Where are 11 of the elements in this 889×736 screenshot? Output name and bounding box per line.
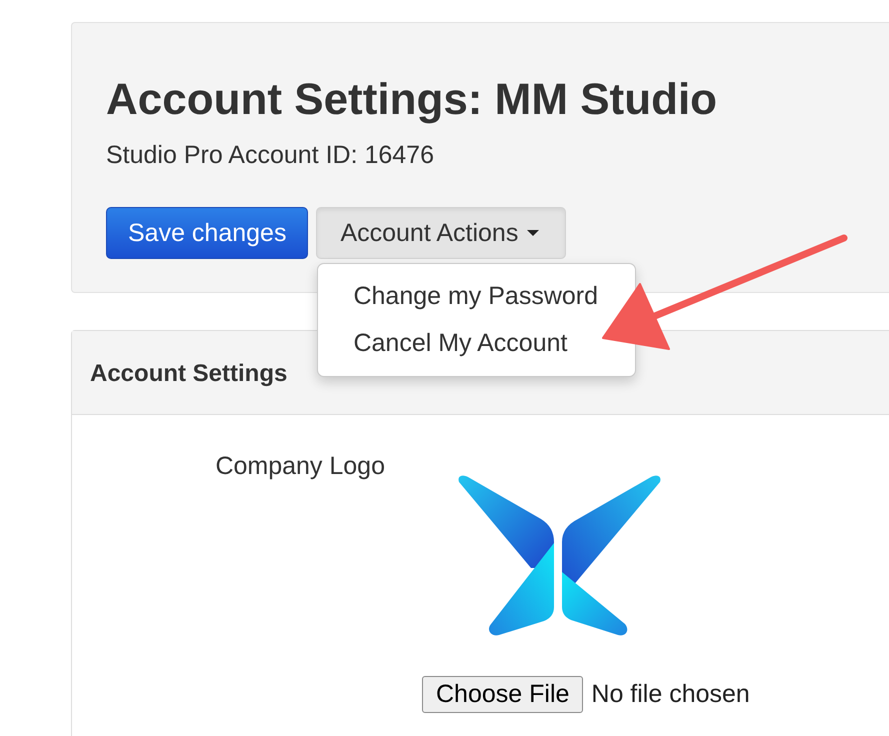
file-status-text: No file chosen (591, 680, 750, 709)
account-actions-button[interactable]: Account Actions (316, 207, 566, 259)
page-title: Account Settings: MM Studio (106, 76, 718, 124)
panel-title: Account Settings (90, 360, 288, 388)
menu-item[interactable]: Change my Password (318, 273, 598, 320)
menu-item[interactable]: Cancel My Account (318, 320, 568, 367)
field-label: Company Logo (215, 451, 385, 481)
account-id-text: Studio Pro Account ID: 16476 (106, 140, 434, 170)
caret-icon (527, 230, 540, 236)
choose-file-button[interactable]: Choose File (422, 676, 584, 713)
save-button[interactable]: Save changes (106, 207, 308, 259)
